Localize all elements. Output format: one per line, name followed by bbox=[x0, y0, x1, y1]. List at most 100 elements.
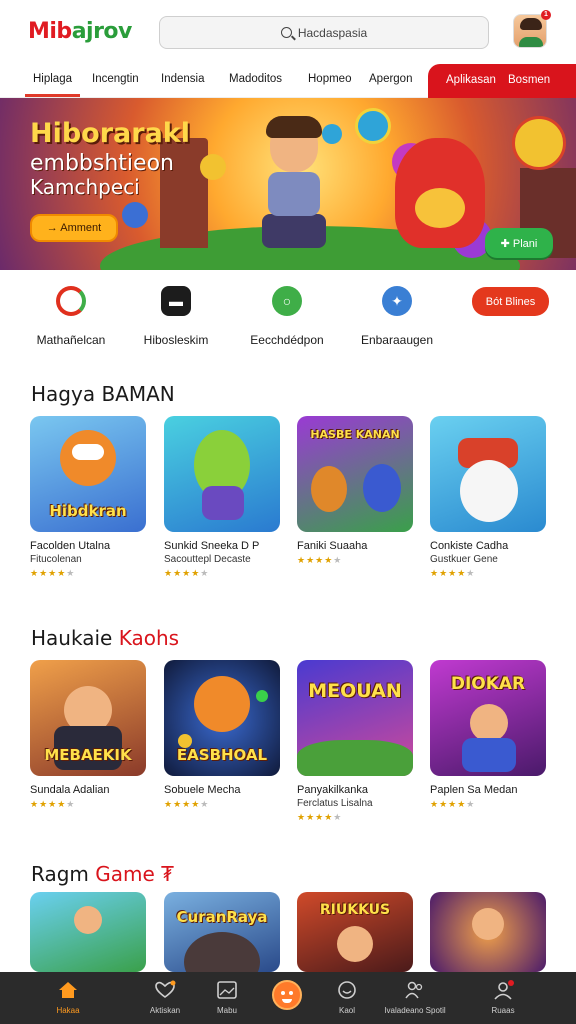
game-thumbnail bbox=[430, 416, 546, 532]
banner-play-button[interactable]: ✚ Plani bbox=[485, 228, 553, 258]
lock-icon: ○ bbox=[272, 286, 302, 316]
rating-stars: ★★★★★ bbox=[430, 799, 476, 809]
bottom-nav-home[interactable]: Hakaa bbox=[33, 972, 103, 1024]
search-icon bbox=[280, 27, 292, 38]
swirl-icon bbox=[56, 286, 86, 316]
nav-item-5[interactable]: Apergon bbox=[369, 73, 412, 85]
smiley-icon bbox=[336, 980, 358, 1000]
banner-cta-button[interactable]: → Amment bbox=[30, 214, 118, 242]
game-title: Panyakilkanka bbox=[297, 784, 368, 796]
game-card[interactable] bbox=[30, 892, 148, 972]
game-title: Facolden Utalna bbox=[30, 540, 111, 552]
game-title: Conkiste Cadha bbox=[430, 540, 509, 552]
game-thumbnail: DIOKAR bbox=[430, 660, 546, 776]
mascot-icon bbox=[272, 980, 302, 1010]
section-2-title: Haukaie Kaohs bbox=[31, 626, 179, 650]
game-thumbnail bbox=[164, 416, 280, 532]
game-thumb-label: DIOKAR bbox=[450, 674, 526, 694]
nav-red-item-0[interactable]: Aplikasan bbox=[446, 74, 496, 86]
bottom-nav-label: Aktiskan bbox=[149, 1006, 181, 1015]
game-thumbnail: MEOUAN bbox=[297, 660, 413, 776]
game-card[interactable]: Sunkid Sneeka D P Sacouttepl Decaste ★★★… bbox=[164, 416, 282, 579]
section-1-title-text: Hagya BAMAN bbox=[31, 382, 175, 406]
game-thumb-label: HASBE KANAN bbox=[310, 428, 400, 441]
game-card[interactable]: MEOUAN Panyakilkanka Ferclatus Lisalna ★… bbox=[297, 660, 415, 823]
game-thumbnail: MEBAEKIK bbox=[30, 660, 146, 776]
search-placeholder: Hacdaspasia bbox=[297, 25, 368, 40]
banner-subtitle-1: embbshtieon bbox=[30, 151, 174, 176]
rating-stars: ★★★★★ bbox=[30, 799, 76, 809]
bottom-nav-label: Ruaas bbox=[491, 1006, 515, 1015]
game-title: Sundala Adalian bbox=[30, 784, 110, 796]
mask-icon: ▬ bbox=[161, 286, 191, 316]
game-thumbnail: RIUKKUS bbox=[297, 892, 413, 972]
notification-badge: 1 bbox=[541, 10, 551, 20]
game-thumb-label: MEBAEKIK bbox=[44, 746, 132, 764]
game-thumb-label: MEOUAN bbox=[308, 680, 402, 702]
game-card[interactable]: Conkiste Cadha Gustkuer Gene ★★★★★ bbox=[430, 416, 548, 579]
game-card[interactable]: EASBHOAL Sobuele Mecha ★★★★★ bbox=[164, 660, 282, 810]
app-logo[interactable]: Mibajrov bbox=[28, 19, 158, 44]
game-title: Sobuele Mecha bbox=[164, 784, 241, 796]
game-card[interactable]: HASBE KANAN Faniki Suaaha ★★★★★ bbox=[297, 416, 415, 566]
section-3-title: Ragm Game ₮ bbox=[31, 862, 174, 886]
nav-item-0[interactable]: Hiplaga bbox=[25, 73, 80, 97]
game-thumbnail: CuranRaya bbox=[164, 892, 280, 972]
bottom-nav-people[interactable]: Ivaladeano Spotil bbox=[372, 972, 458, 1024]
game-card[interactable]: RIUKKUS bbox=[297, 892, 415, 972]
gallery-icon bbox=[216, 980, 238, 1000]
nav-highlight-bar: Aplikasan Bosmen bbox=[428, 64, 576, 98]
game-subtitle: Fitucolenan bbox=[30, 554, 82, 565]
quick-action-button[interactable]: Bót Blines bbox=[472, 287, 549, 316]
quick-item-0[interactable]: Mathañelcan bbox=[31, 280, 111, 347]
feather-icon: ✦ bbox=[382, 286, 412, 316]
section-3-title-accent: Game ₮ bbox=[95, 862, 174, 886]
section-3-title-text: Ragm bbox=[31, 862, 96, 886]
quick-label-1: Hibosleskim bbox=[143, 333, 209, 347]
rating-stars: ★★★★★ bbox=[164, 799, 210, 809]
profile-icon bbox=[492, 980, 514, 1000]
rating-stars: ★★★★★ bbox=[297, 555, 343, 565]
game-thumbnail: EASBHOAL bbox=[164, 660, 280, 776]
game-title: Sunkid Sneeka D P bbox=[164, 540, 260, 552]
bottom-nav-profile[interactable]: Ruaas bbox=[468, 972, 538, 1024]
nav-item-3[interactable]: Madoditos bbox=[229, 73, 282, 85]
section-2-title-text: Haukaie bbox=[31, 626, 119, 650]
banner-monster-character bbox=[395, 138, 485, 248]
game-card[interactable] bbox=[430, 892, 548, 972]
bottom-nav-activity[interactable]: Aktiskan bbox=[130, 972, 200, 1024]
section-2-title-accent: Kaohs bbox=[118, 626, 180, 650]
quick-item-1[interactable]: ▬ Hibosleskim bbox=[136, 280, 216, 347]
logo-part-1: Mib bbox=[28, 18, 72, 44]
nav-red-item-1[interactable]: Bosmen bbox=[508, 74, 550, 86]
game-thumbnail bbox=[30, 892, 146, 972]
home-icon bbox=[57, 980, 79, 1000]
game-card[interactable]: DIOKAR Paplen Sa Medan ★★★★★ bbox=[430, 660, 548, 810]
game-card[interactable]: CuranRaya bbox=[164, 892, 282, 972]
heart-icon bbox=[154, 980, 176, 1000]
game-card[interactable]: MEBAEKIK Sundala Adalian ★★★★★ bbox=[30, 660, 148, 810]
quick-label-2: Eecchdédpon bbox=[250, 333, 324, 347]
logo-part-2: ajrov bbox=[71, 18, 133, 44]
game-thumbnail: HASBE KANAN bbox=[297, 416, 413, 532]
game-subtitle: Sacouttepl Decaste bbox=[164, 554, 251, 565]
nav-item-2[interactable]: Indensia bbox=[161, 73, 204, 85]
section-1-title: Hagya BAMAN bbox=[31, 382, 175, 406]
rating-stars: ★★★★★ bbox=[164, 568, 210, 578]
nav-item-1[interactable]: Incengtin bbox=[92, 73, 139, 85]
banner-coin-1 bbox=[200, 154, 226, 180]
rating-stars: ★★★★★ bbox=[297, 812, 343, 822]
banner-subtitle-2: Kamchpeci bbox=[30, 175, 140, 199]
rating-stars: ★★★★★ bbox=[430, 568, 476, 578]
game-thumb-label: Hibdkran bbox=[49, 502, 127, 520]
banner-orb-1 bbox=[355, 108, 391, 144]
bottom-nav-label: Hakaa bbox=[56, 1006, 80, 1015]
quick-item-2[interactable]: ○ Eecchdédpon bbox=[247, 280, 327, 347]
nav-item-4[interactable]: Hopmeo bbox=[308, 73, 351, 85]
banner-hero-character bbox=[250, 116, 340, 260]
quick-item-3[interactable]: ✦ Enbaraaugen bbox=[357, 280, 437, 347]
user-avatar[interactable] bbox=[513, 14, 547, 48]
game-card[interactable]: Hibdkran Facolden Utalna Fitucolenan ★★★… bbox=[30, 416, 148, 579]
people-icon bbox=[404, 980, 426, 1000]
search-input[interactable]: Hacdaspasia bbox=[159, 16, 489, 49]
